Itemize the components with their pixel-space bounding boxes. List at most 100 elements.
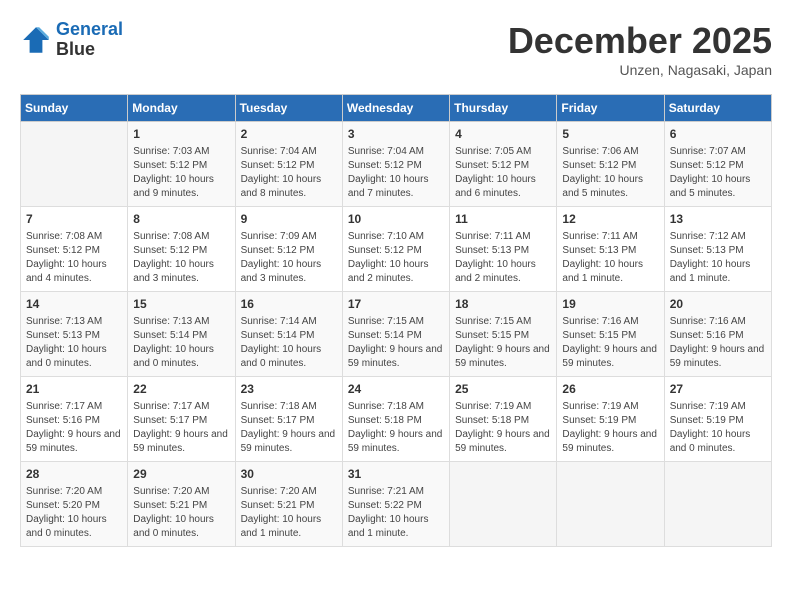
day-number: 1 xyxy=(133,126,229,143)
day-sun-info: Sunrise: 7:21 AMSunset: 5:22 PMDaylight:… xyxy=(348,485,444,541)
calendar-cell: 15 Sunrise: 7:13 AMSunset: 5:14 PMDayligh… xyxy=(128,292,235,377)
logo-line2: Blue xyxy=(56,40,123,60)
calendar-week-1: 1 Sunrise: 7:03 AMSunset: 5:12 PMDaylight… xyxy=(21,122,772,207)
calendar-cell: 7Sunrise: 7:08 AMSunset: 5:12 PMDaylight… xyxy=(21,207,128,292)
day-sun-info: Sunrise: 7:04 AMSunset: 5:12 PMDaylight:… xyxy=(241,145,337,201)
day-sun-info: Sunrise: 7:05 AMSunset: 5:12 PMDaylight:… xyxy=(455,145,551,201)
location-subtitle: Unzen, Nagasaki, Japan xyxy=(508,62,772,78)
day-number: 4 xyxy=(455,126,551,143)
calendar-cell: 13 Sunrise: 7:12 AMSunset: 5:13 PMDayligh… xyxy=(664,207,771,292)
calendar-cell xyxy=(664,462,771,547)
calendar-cell: 29 Sunrise: 7:20 AMSunset: 5:21 PMDayligh… xyxy=(128,462,235,547)
calendar-cell: 14 Sunrise: 7:13 AMSunset: 5:13 PMDayligh… xyxy=(21,292,128,377)
day-number: 26 xyxy=(562,381,658,398)
calendar-cell: 23 Sunrise: 7:18 AMSunset: 5:17 PMDayligh… xyxy=(235,377,342,462)
calendar-cell: 16 Sunrise: 7:14 AMSunset: 5:14 PMDayligh… xyxy=(235,292,342,377)
day-number: 22 xyxy=(133,381,229,398)
day-number: 28 xyxy=(26,466,122,483)
day-sun-info: Sunrise: 7:17 AMSunset: 5:16 PMDaylight:… xyxy=(26,400,122,456)
weekday-header-sunday: Sunday xyxy=(21,95,128,122)
day-number: 20 xyxy=(670,296,766,313)
calendar-cell: 22 Sunrise: 7:17 AMSunset: 5:17 PMDayligh… xyxy=(128,377,235,462)
calendar-cell: 21 Sunrise: 7:17 AMSunset: 5:16 PMDayligh… xyxy=(21,377,128,462)
day-sun-info: Sunrise: 7:15 AMSunset: 5:14 PMDaylight:… xyxy=(348,315,444,371)
day-number: 18 xyxy=(455,296,551,313)
day-sun-info: Sunrise: 7:12 AMSunset: 5:13 PMDaylight:… xyxy=(670,230,766,286)
day-sun-info: Sunrise: 7:10 AMSunset: 5:12 PMDaylight:… xyxy=(348,230,444,286)
day-number: 11 xyxy=(455,211,551,228)
day-sun-info: Sunrise: 7:04 AMSunset: 5:12 PMDaylight:… xyxy=(348,145,444,201)
day-number: 16 xyxy=(241,296,337,313)
day-number: 14 xyxy=(26,296,122,313)
calendar-table: SundayMondayTuesdayWednesdayThursdayFrid… xyxy=(20,94,772,547)
calendar-cell: 8Sunrise: 7:08 AMSunset: 5:12 PMDaylight… xyxy=(128,207,235,292)
day-sun-info: Sunrise: 7:11 AMSunset: 5:13 PMDaylight:… xyxy=(562,230,658,286)
day-sun-info: Sunrise: 7:07 AMSunset: 5:12 PMDaylight:… xyxy=(670,145,766,201)
logo-icon xyxy=(20,24,52,56)
day-sun-info: Sunrise: 7:20 AMSunset: 5:21 PMDaylight:… xyxy=(241,485,337,541)
calendar-cell: 28 Sunrise: 7:20 AMSunset: 5:20 PMDayligh… xyxy=(21,462,128,547)
calendar-cell: 19Sunrise: 7:16 AMSunset: 5:15 PMDayligh… xyxy=(557,292,664,377)
weekday-header-wednesday: Wednesday xyxy=(342,95,449,122)
day-sun-info: Sunrise: 7:14 AMSunset: 5:14 PMDaylight:… xyxy=(241,315,337,371)
calendar-cell: 31 Sunrise: 7:21 AMSunset: 5:22 PMDayligh… xyxy=(342,462,449,547)
calendar-cell xyxy=(557,462,664,547)
day-number: 21 xyxy=(26,381,122,398)
day-number: 15 xyxy=(133,296,229,313)
day-number: 29 xyxy=(133,466,229,483)
day-number: 6 xyxy=(670,126,766,143)
day-sun-info: Sunrise: 7:15 AMSunset: 5:15 PMDaylight:… xyxy=(455,315,551,371)
calendar-cell: 20Sunrise: 7:16 AMSunset: 5:16 PMDayligh… xyxy=(664,292,771,377)
day-sun-info: Sunrise: 7:18 AMSunset: 5:18 PMDaylight:… xyxy=(348,400,444,456)
calendar-cell: 24Sunrise: 7:18 AMSunset: 5:18 PMDayligh… xyxy=(342,377,449,462)
day-sun-info: Sunrise: 7:20 AMSunset: 5:21 PMDaylight:… xyxy=(133,485,229,541)
calendar-week-3: 14 Sunrise: 7:13 AMSunset: 5:13 PMDayligh… xyxy=(21,292,772,377)
calendar-week-5: 28 Sunrise: 7:20 AMSunset: 5:20 PMDayligh… xyxy=(21,462,772,547)
calendar-cell: 2 Sunrise: 7:04 AMSunset: 5:12 PMDaylight… xyxy=(235,122,342,207)
day-number: 10 xyxy=(348,211,444,228)
calendar-week-2: 7Sunrise: 7:08 AMSunset: 5:12 PMDaylight… xyxy=(21,207,772,292)
day-sun-info: Sunrise: 7:20 AMSunset: 5:20 PMDaylight:… xyxy=(26,485,122,541)
day-number: 3 xyxy=(348,126,444,143)
calendar-cell: 11 Sunrise: 7:11 AMSunset: 5:13 PMDayligh… xyxy=(450,207,557,292)
calendar-cell: 17 Sunrise: 7:15 AMSunset: 5:14 PMDayligh… xyxy=(342,292,449,377)
day-sun-info: Sunrise: 7:03 AMSunset: 5:12 PMDaylight:… xyxy=(133,145,229,201)
day-sun-info: Sunrise: 7:13 AMSunset: 5:14 PMDaylight:… xyxy=(133,315,229,371)
weekday-header-friday: Friday xyxy=(557,95,664,122)
calendar-cell: 4 Sunrise: 7:05 AMSunset: 5:12 PMDaylight… xyxy=(450,122,557,207)
day-sun-info: Sunrise: 7:09 AMSunset: 5:12 PMDaylight:… xyxy=(241,230,337,286)
logo-line1: General xyxy=(56,19,123,39)
logo-text: General Blue xyxy=(56,20,123,60)
day-number: 31 xyxy=(348,466,444,483)
weekday-header-saturday: Saturday xyxy=(664,95,771,122)
day-sun-info: Sunrise: 7:11 AMSunset: 5:13 PMDaylight:… xyxy=(455,230,551,286)
day-sun-info: Sunrise: 7:19 AMSunset: 5:19 PMDaylight:… xyxy=(562,400,658,456)
day-sun-info: Sunrise: 7:08 AMSunset: 5:12 PMDaylight:… xyxy=(133,230,229,286)
page-header: General Blue December 2025 Unzen, Nagasa… xyxy=(20,20,772,78)
day-number: 5 xyxy=(562,126,658,143)
day-number: 9 xyxy=(241,211,337,228)
weekday-header-thursday: Thursday xyxy=(450,95,557,122)
day-number: 30 xyxy=(241,466,337,483)
calendar-cell: 25Sunrise: 7:19 AMSunset: 5:18 PMDayligh… xyxy=(450,377,557,462)
day-number: 13 xyxy=(670,211,766,228)
day-sun-info: Sunrise: 7:19 AMSunset: 5:19 PMDaylight:… xyxy=(670,400,766,456)
logo: General Blue xyxy=(20,20,123,60)
day-sun-info: Sunrise: 7:18 AMSunset: 5:17 PMDaylight:… xyxy=(241,400,337,456)
day-number: 2 xyxy=(241,126,337,143)
day-sun-info: Sunrise: 7:13 AMSunset: 5:13 PMDaylight:… xyxy=(26,315,122,371)
day-sun-info: Sunrise: 7:06 AMSunset: 5:12 PMDaylight:… xyxy=(562,145,658,201)
day-number: 27 xyxy=(670,381,766,398)
weekday-header-row: SundayMondayTuesdayWednesdayThursdayFrid… xyxy=(21,95,772,122)
calendar-cell: 12Sunrise: 7:11 AMSunset: 5:13 PMDayligh… xyxy=(557,207,664,292)
calendar-cell: 10 Sunrise: 7:10 AMSunset: 5:12 PMDayligh… xyxy=(342,207,449,292)
calendar-cell: 18 Sunrise: 7:15 AMSunset: 5:15 PMDayligh… xyxy=(450,292,557,377)
day-number: 19 xyxy=(562,296,658,313)
day-number: 17 xyxy=(348,296,444,313)
calendar-cell: 26 Sunrise: 7:19 AMSunset: 5:19 PMDayligh… xyxy=(557,377,664,462)
day-number: 23 xyxy=(241,381,337,398)
day-sun-info: Sunrise: 7:17 AMSunset: 5:17 PMDaylight:… xyxy=(133,400,229,456)
weekday-header-monday: Monday xyxy=(128,95,235,122)
calendar-cell: 6 Sunrise: 7:07 AMSunset: 5:12 PMDaylight… xyxy=(664,122,771,207)
calendar-cell xyxy=(450,462,557,547)
